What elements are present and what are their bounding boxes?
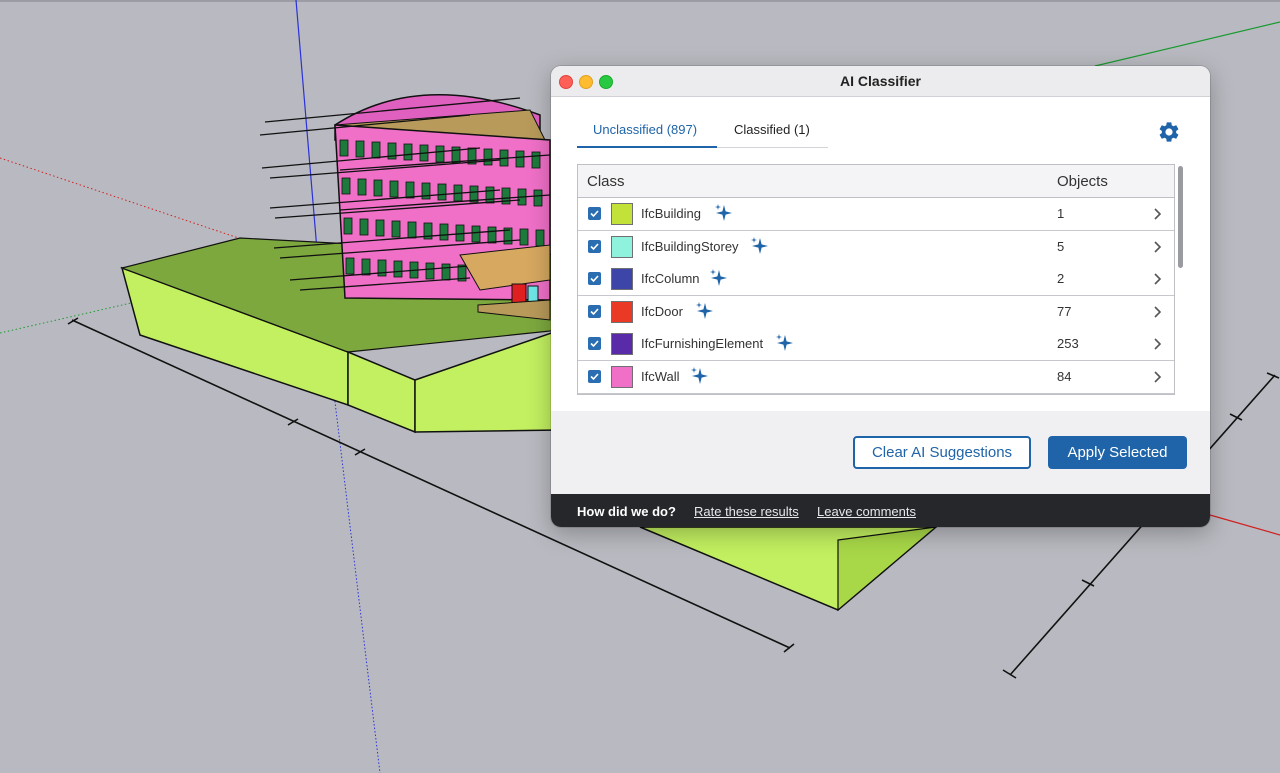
class-color-swatch[interactable] [611,203,633,225]
class-name: IfcBuildingStorey [641,238,739,254]
object-count: 84 [1057,369,1072,384]
column-header-objects[interactable]: Objects [1057,173,1108,190]
class-name: IfcFurnishingElement [641,336,764,352]
window-title: AI Classifier [840,73,921,89]
class-color-swatch[interactable] [611,300,633,323]
chevron-right-icon[interactable] [1150,271,1164,287]
ai-sparkle-icon [776,334,793,352]
title-bar[interactable]: AI Classifier [551,66,1210,97]
class-name: IfcDoor [641,303,683,319]
ai-sparkle-icon [751,236,768,254]
table-row[interactable]: IfcWall 84 [578,361,1174,394]
table-row[interactable]: IfcDoor 77 [578,295,1174,329]
leave-comments-link[interactable]: Leave comments [817,504,916,519]
object-count: 77 [1057,303,1072,319]
row-checkbox[interactable] [588,304,601,318]
chevron-right-icon[interactable] [1150,239,1164,255]
class-name: IfcWall [641,369,680,384]
apply-selected-button[interactable]: Apply Selected [1048,436,1187,469]
object-count: 5 [1057,238,1065,254]
ai-sparkle-icon [715,204,732,221]
ai-sparkle-icon [710,269,727,287]
ai-sparkle-icon [691,367,708,384]
chevron-right-icon[interactable] [1150,336,1164,352]
object-count: 253 [1057,336,1079,352]
clear-ai-suggestions-button[interactable]: Clear AI Suggestions [853,436,1031,469]
tab-bar: Unclassified (897) Classified (1) [577,114,828,148]
table-row[interactable]: IfcBuilding 1 [578,198,1174,231]
tab-unclassified[interactable]: Unclassified (897) [593,122,697,137]
active-tab-indicator [577,146,717,148]
row-checkbox[interactable] [588,370,601,383]
feedback-bar: How did we do? Rate these results Leave … [551,494,1210,527]
row-checkbox[interactable] [588,337,601,351]
ai-classifier-dialog: AI Classifier Unclassified (897) Classif… [551,66,1210,527]
class-color-swatch[interactable] [611,366,633,388]
row-checkbox[interactable] [588,272,601,286]
class-color-swatch[interactable] [611,235,633,258]
chevron-right-icon[interactable] [1150,206,1164,222]
chevron-right-icon[interactable] [1150,304,1164,320]
gear-icon[interactable] [1157,120,1181,144]
row-checkbox[interactable] [588,207,601,220]
feedback-question: How did we do? [577,504,676,519]
chevron-right-icon[interactable] [1150,369,1164,385]
rate-results-link[interactable]: Rate these results [694,504,799,519]
class-color-swatch[interactable] [611,333,633,356]
tab-classified[interactable]: Classified (1) [734,122,810,137]
class-table: Class Objects IfcBuilding 1 IfcBuildingSto… [577,164,1175,395]
class-name: IfcColumn [641,271,700,287]
row-checkbox[interactable] [588,239,601,253]
table-header: Class Objects [578,165,1174,198]
table-row[interactable]: IfcColumn 2 [578,263,1174,297]
object-count: 2 [1057,271,1065,287]
object-count: 1 [1057,206,1065,221]
scrollbar-thumb[interactable] [1178,166,1183,268]
class-name: IfcBuilding [641,206,701,221]
action-bar: Clear AI Suggestions Apply Selected [551,411,1210,494]
ai-sparkle-icon [696,301,713,319]
table-row[interactable]: IfcBuildingStorey 5 [578,230,1174,264]
table-row[interactable]: IfcFurnishingElement 253 [578,328,1174,362]
class-color-swatch[interactable] [611,268,633,291]
column-header-class[interactable]: Class [587,173,625,190]
